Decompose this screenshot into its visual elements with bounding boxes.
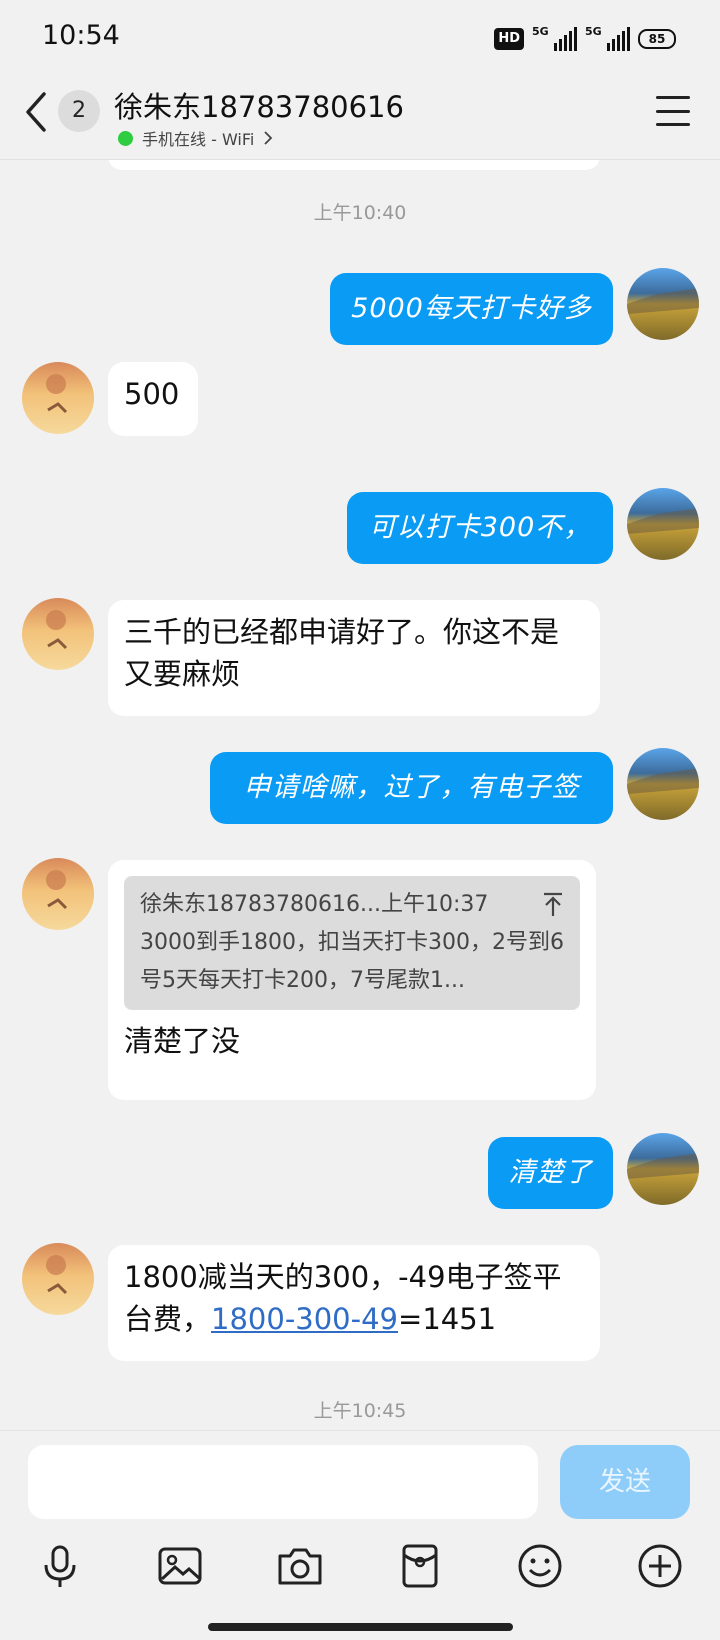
chat-header: 2 徐朱东18783780616 手机在线 - WiFi [0, 78, 720, 160]
my-avatar[interactable] [627, 748, 699, 820]
message-bubble-incoming-with-quote[interactable]: 徐朱东18783780616...上午10:37 3000到手1800，扣当天打… [108, 860, 596, 1100]
quote-header: 徐朱东18783780616...上午10:37 [140, 892, 489, 917]
contact-avatar[interactable] [22, 598, 94, 670]
menu-icon [656, 96, 690, 99]
menu-button[interactable] [656, 96, 690, 126]
contact-name[interactable]: 徐朱东18783780616 [114, 84, 404, 126]
my-avatar[interactable] [627, 1133, 699, 1205]
my-avatar[interactable] [627, 268, 699, 340]
contact-avatar[interactable] [22, 362, 94, 434]
home-indicator[interactable] [208, 1623, 513, 1631]
signal-icon-2: 5G [585, 25, 630, 51]
message-bubble-outgoing[interactable]: 申请啥嘛，过了，有电子签 [210, 752, 613, 824]
message-bubble-incoming[interactable]: 500 [108, 362, 198, 436]
message-bubble-outgoing[interactable]: 5000每天打卡好多 [330, 273, 613, 345]
voice-icon[interactable] [35, 1541, 85, 1591]
online-status-text: 手机在线 - WiFi [142, 130, 255, 149]
camera-icon[interactable] [275, 1541, 325, 1591]
send-button[interactable]: 发送 [560, 1445, 690, 1519]
chevron-right-icon [264, 131, 273, 145]
input-area: 发送 [0, 1430, 720, 1640]
my-avatar[interactable] [627, 488, 699, 560]
image-icon[interactable] [155, 1541, 205, 1591]
message-bubble-outgoing[interactable]: 可以打卡300不， [347, 492, 613, 564]
online-status[interactable]: 手机在线 - WiFi [118, 126, 273, 150]
status-bar: 10:54 HD 5G 5G 85 [0, 0, 720, 78]
message-bubble-incoming[interactable]: 三千的已经都申请好了。你这不是又要麻烦 [108, 600, 600, 716]
previous-message-bubble[interactable] [108, 160, 600, 170]
message-text-suffix: =1451 [398, 1302, 497, 1336]
status-time: 10:54 [42, 20, 120, 51]
back-icon [26, 92, 46, 132]
quoted-message[interactable]: 徐朱东18783780616...上午10:37 3000到手1800，扣当天打… [124, 876, 580, 1010]
message-text: 清楚了没 [124, 1024, 241, 1058]
red-packet-icon[interactable] [395, 1541, 445, 1591]
status-icons: HD 5G 5G 85 [494, 24, 676, 54]
message-bubble-outgoing[interactable]: 清楚了 [488, 1137, 613, 1209]
timestamp: 上午10:40 [313, 202, 407, 224]
battery-icon: 85 [638, 29, 676, 49]
contact-avatar[interactable] [22, 1243, 94, 1315]
hd-badge: HD [494, 28, 524, 50]
online-dot-icon [118, 130, 133, 146]
timestamp: 上午10:45 [313, 1400, 407, 1422]
signal-icon-1: 5G [532, 25, 577, 51]
quote-text: 3000到手1800，扣当天打卡300，2号到6号5天每天打卡200，7号尾款1… [140, 930, 564, 993]
contact-avatar[interactable] [22, 858, 94, 930]
phone-number-link[interactable]: 1800-300-49 [211, 1302, 398, 1336]
jump-to-message-icon[interactable] [542, 892, 564, 918]
plus-icon[interactable] [635, 1541, 685, 1591]
message-input[interactable] [28, 1445, 538, 1519]
back-button[interactable] [22, 90, 52, 134]
unread-count-badge[interactable]: 2 [58, 90, 100, 132]
message-bubble-incoming[interactable]: 1800减当天的300，-49电子签平台费，1800-300-49=1451 [108, 1245, 600, 1361]
emoji-icon[interactable] [515, 1541, 565, 1591]
chat-area[interactable]: 上午10:40 5000每天打卡好多 500 可以打卡300不， 三千的已经都申… [0, 160, 720, 1430]
